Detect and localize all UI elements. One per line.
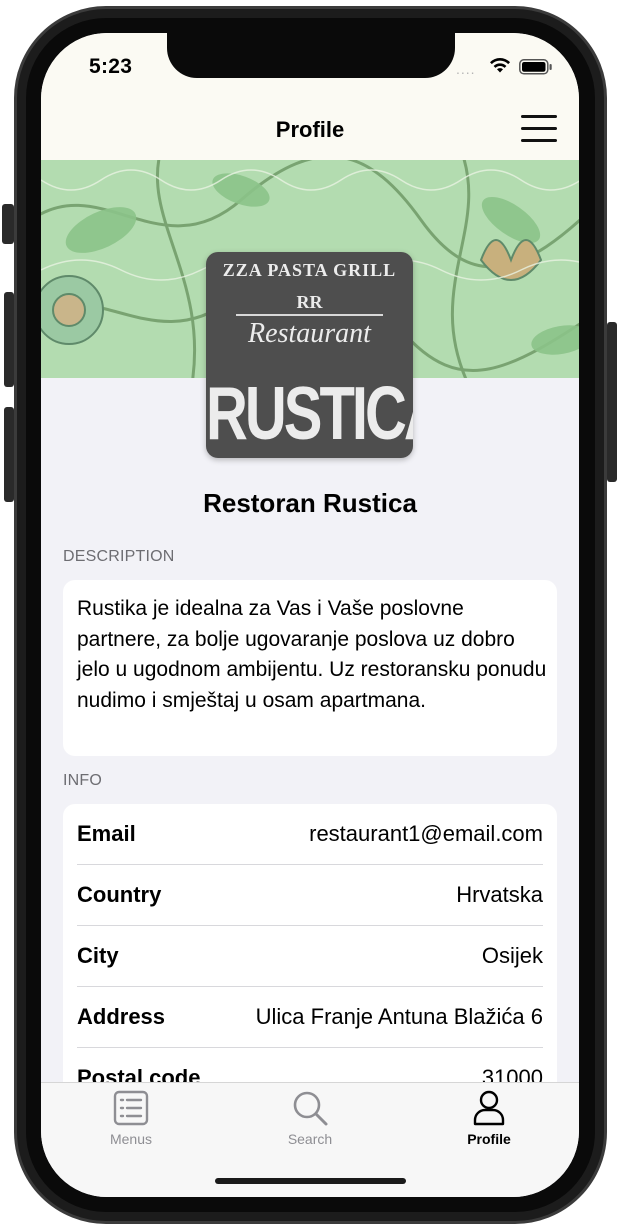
info-row-city: City Osijek <box>77 926 543 987</box>
person-icon <box>473 1090 505 1126</box>
info-row-email: Email restaurant1@email.com <box>77 804 543 865</box>
logo-wordmark: RUSTICA <box>206 371 413 456</box>
description-card: Rustika je idealna za Vas i Vaše poslovn… <box>63 580 557 756</box>
info-value: Osijek <box>481 943 543 968</box>
info-card: Email restaurant1@email.com Country Hrva… <box>63 804 557 1124</box>
wifi-icon <box>490 57 510 73</box>
home-indicator[interactable] <box>215 1178 406 1184</box>
volume-down-button <box>4 407 14 502</box>
navigation-bar: 5:23 .... Profile <box>41 33 579 160</box>
silent-switch <box>2 204 14 244</box>
tab-label: Profile <box>467 1131 511 1147</box>
logo-top-text: ZZA PASTA GRILL <box>222 260 397 280</box>
info-section-label: INFO <box>63 772 103 789</box>
screen: 5:23 .... Profile ZZA PASTA GRILL RR Res… <box>41 33 579 1197</box>
restaurant-name: Restoran Rustica <box>203 488 417 518</box>
logo-script: Restaurant <box>248 318 371 349</box>
tab-search[interactable]: Search <box>250 1089 370 1153</box>
tab-label: Menus <box>109 1131 153 1147</box>
info-key: Address <box>77 1004 166 1029</box>
tab-label: Search <box>287 1131 333 1147</box>
info-key: Country <box>77 882 162 907</box>
logo-divider <box>236 314 383 316</box>
logo-monogram: RR <box>296 292 323 312</box>
info-value: Ulica Franje Antuna Blažića 6 <box>255 1004 543 1029</box>
description-text: Rustika je idealna za Vas i Vaše poslovn… <box>77 597 547 712</box>
description-section-label: DESCRIPTION <box>63 548 175 565</box>
volume-up-button <box>4 292 14 387</box>
power-button <box>607 322 617 482</box>
restaurant-logo: ZZA PASTA GRILL RR Restaurant RUSTICA <box>206 252 413 458</box>
status-time: 5:23 <box>89 55 133 78</box>
list-icon <box>113 1090 149 1126</box>
battery-icon <box>519 59 552 75</box>
info-row-country: Country Hrvatska <box>77 865 543 926</box>
info-value: restaurant1@email.com <box>309 821 543 846</box>
info-value: Hrvatska <box>456 882 543 907</box>
notch <box>167 33 455 78</box>
page-title: Profile <box>275 117 345 142</box>
tab-menus[interactable]: Menus <box>71 1089 191 1153</box>
info-key: City <box>77 943 119 968</box>
info-row-address: Address Ulica Franje Antuna Blažića 6 <box>77 987 543 1048</box>
search-icon <box>293 1091 328 1126</box>
tab-profile[interactable]: Profile <box>429 1089 549 1153</box>
info-key: Email <box>77 821 136 846</box>
hamburger-menu-icon[interactable] <box>521 115 557 143</box>
signal-icon: .... <box>456 61 476 77</box>
